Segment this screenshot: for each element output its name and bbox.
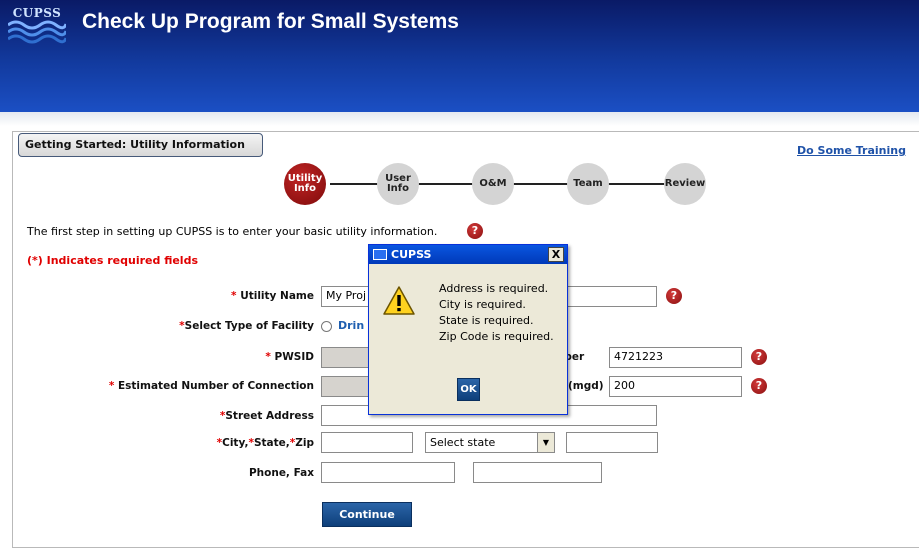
mgd-label: (mgd) [568,380,604,392]
pwsid-input[interactable] [321,347,371,368]
state-label-text: State, [253,437,290,449]
training-link[interactable]: Do Some Training [797,144,906,157]
logo-text: CUPSS [12,6,62,20]
connections-label-text: Estimated Number of Connection [117,380,314,392]
step-review[interactable]: Review [664,163,706,205]
step-label: Info [386,183,410,194]
connections-label: * Estimated Number of Connection [109,380,314,392]
step-label: Review [664,178,706,189]
pwsid-label: * PWSID [265,351,314,363]
street-label: *Street Address [220,410,314,422]
mgd-input[interactable]: 200 [609,376,742,397]
ok-button[interactable]: OK [457,378,480,401]
city-label-text: City, [222,437,249,449]
cupss-logo: CUPSS [6,6,68,46]
phone-fax-label: Phone, Fax [248,467,314,479]
step-label: Info [293,183,317,194]
required-mark: * [231,290,237,302]
help-icon[interactable]: ? [751,378,767,394]
dialog-title-bar[interactable]: CUPSS X [369,245,567,264]
required-mark: * [265,351,271,363]
help-icon[interactable]: ? [467,223,483,239]
window-icon [373,249,387,260]
pwsid-label-text: PWSID [274,351,314,363]
section-tab[interactable]: Getting Started: Utility Information [18,133,263,157]
facility-type-label-text: Select Type of Facility [184,320,314,332]
step-user-info[interactable]: User Info [377,163,419,205]
state-select-value: Select state [430,436,496,449]
city-input[interactable] [321,432,413,453]
facility-type-label: *Select Type of Facility [179,320,314,332]
dialog-title: CUPSS [391,248,432,261]
water-waves-icon [8,20,66,44]
utility-name-label: * Utility Name [231,290,314,302]
close-icon[interactable]: X [548,247,564,262]
message-line: Address is required. [439,282,549,295]
chevron-down-icon[interactable]: ▼ [537,433,554,452]
city-state-zip-label: *City,*State,*Zip [217,437,314,449]
step-om[interactable]: O&M [472,163,514,205]
step-utility-info[interactable]: Utility Info [284,163,326,205]
state-select[interactable]: Select state ▼ [425,432,555,453]
step-label: Team [573,178,603,189]
header-divider [0,112,919,126]
zip-input[interactable] [566,432,658,453]
intro-text: The first step in setting up CUPSS is to… [27,225,438,238]
fax-input[interactable] [473,462,602,483]
zip-label-text: Zip [295,437,314,449]
number-input[interactable]: 4721223 [609,347,742,368]
continue-button[interactable]: Continue [322,502,412,527]
connections-input[interactable] [321,376,371,397]
required-mark: * [108,380,115,392]
street-label-text: Street Address [225,410,314,422]
step-team[interactable]: Team [567,163,609,205]
alert-dialog: CUPSS X Address is required. City is req… [368,244,568,415]
dialog-message: Address is required. City is required. S… [439,281,554,345]
utility-name-label-text: Utility Name [240,290,314,302]
message-line: City is required. [439,298,526,311]
step-label: O&M [479,178,507,189]
message-line: Zip Code is required. [439,330,554,343]
help-icon[interactable]: ? [751,349,767,365]
radio-button[interactable] [321,320,332,332]
app-title: Check Up Program for Small Systems [82,10,459,33]
help-icon[interactable]: ? [666,288,682,304]
facility-radio-option[interactable]: Drin [321,319,364,332]
message-line: State is required. [439,314,534,327]
warning-icon [383,286,415,315]
phone-input[interactable] [321,462,455,483]
required-note: (*) Indicates required fields [27,254,198,267]
facility-option-text: Drin [338,319,365,332]
